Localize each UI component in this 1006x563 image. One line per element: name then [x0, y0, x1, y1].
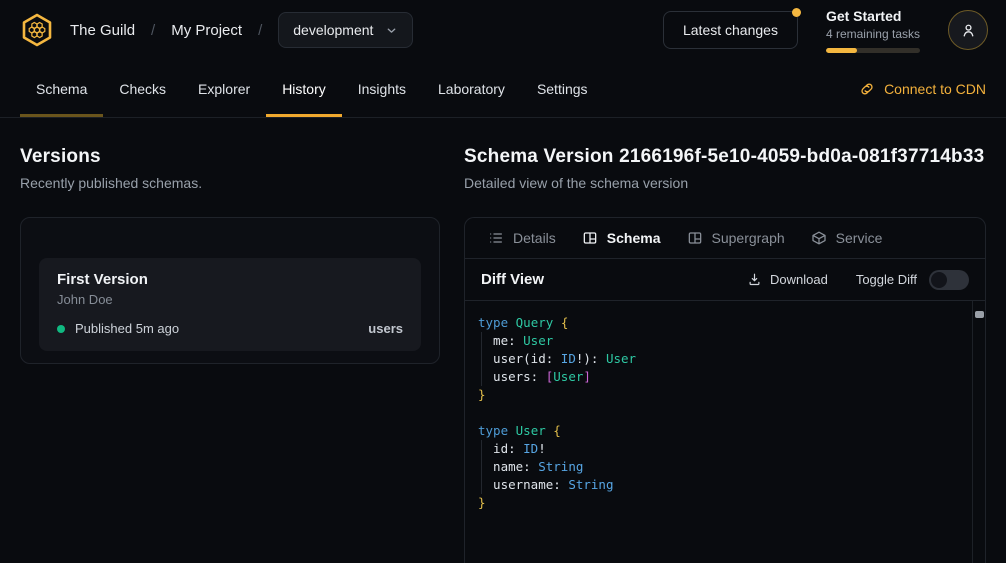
tab-explorer[interactable]: Explorer: [182, 60, 266, 117]
tab-details[interactable]: Details: [475, 218, 569, 258]
versions-panel: Versions Recently published schemas. Fir…: [20, 146, 440, 563]
tab-schema-view-label: Schema: [607, 230, 661, 246]
tab-history[interactable]: History: [266, 60, 342, 117]
version-list-item[interactable]: First Version John Doe Published 5m ago …: [39, 258, 421, 351]
latest-changes-button[interactable]: Latest changes: [663, 11, 798, 49]
versions-list: First Version John Doe Published 5m ago …: [20, 217, 440, 364]
get-started-widget[interactable]: Get Started 4 remaining tasks: [826, 8, 920, 53]
tab-service[interactable]: Service: [798, 218, 896, 258]
panels-icon: [582, 230, 598, 246]
tab-laboratory[interactable]: Laboratory: [422, 60, 521, 117]
panels-icon: [687, 230, 703, 246]
breadcrumb-separator: /: [151, 22, 155, 39]
detail-tabs: Details Schema: [465, 218, 985, 259]
toggle-knob: [931, 272, 947, 288]
user-icon: [960, 22, 977, 39]
code-block: type Query { me: User user(id: ID!): Use…: [478, 314, 959, 512]
get-started-title: Get Started: [826, 8, 920, 24]
download-button[interactable]: Download: [747, 272, 828, 287]
toggle-diff-control: Toggle Diff: [856, 270, 969, 290]
toggle-diff-switch[interactable]: [929, 270, 969, 290]
tab-service-label: Service: [836, 230, 883, 246]
cube-icon: [811, 230, 827, 246]
app-root: The Guild / My Project / development Lat…: [0, 0, 1006, 563]
tab-details-label: Details: [513, 230, 556, 246]
tab-schema[interactable]: Schema: [20, 60, 103, 117]
header: The Guild / My Project / development Lat…: [0, 0, 1006, 60]
version-name: First Version: [57, 271, 403, 288]
breadcrumb-separator: /: [258, 22, 262, 39]
schema-version-subtitle: Detailed view of the schema version: [464, 175, 986, 191]
schema-version-title: Schema Version 2166196f-5e10-4059-bd0a-0…: [464, 146, 986, 168]
diff-actions: Download Toggle Diff: [747, 270, 969, 290]
progress-fill: [826, 48, 857, 53]
tab-schema-view[interactable]: Schema: [569, 218, 674, 258]
diff-toolbar: Diff View Download T: [465, 259, 985, 301]
versions-title: Versions: [20, 146, 440, 168]
version-status: Published 5m ago: [75, 321, 179, 336]
breadcrumb-org-link[interactable]: The Guild: [70, 22, 135, 39]
hive-logo-icon[interactable]: [20, 13, 54, 47]
tab-settings[interactable]: Settings: [521, 60, 604, 117]
diff-view-title: Diff View: [481, 271, 544, 288]
versions-subtitle: Recently published schemas.: [20, 175, 440, 191]
connect-to-cdn-link[interactable]: Connect to CDN: [859, 60, 986, 117]
download-label: Download: [770, 272, 828, 287]
main-nav: Schema Checks Explorer History Insights …: [0, 60, 1006, 118]
latest-changes-label: Latest changes: [683, 22, 778, 38]
get-started-subtitle: 4 remaining tasks: [826, 27, 920, 41]
breadcrumb: The Guild / My Project / development: [70, 12, 413, 48]
schema-version-detail-card: Details Schema: [464, 217, 986, 563]
schema-code-viewer[interactable]: type Query { me: User user(id: ID!): Use…: [465, 301, 985, 563]
version-author: John Doe: [57, 292, 403, 307]
schema-version-panel: Schema Version 2166196f-5e10-4059-bd0a-0…: [464, 146, 986, 563]
avatar[interactable]: [948, 10, 988, 50]
target-selector-dropdown[interactable]: development: [278, 12, 413, 48]
scrollbar-track[interactable]: [972, 301, 985, 563]
published-dot-icon: [57, 325, 65, 333]
scrollbar-thumb[interactable]: [975, 311, 984, 318]
link-icon: [859, 81, 875, 97]
tab-insights[interactable]: Insights: [342, 60, 422, 117]
notification-dot: [792, 8, 801, 17]
connect-to-cdn-label: Connect to CDN: [884, 81, 986, 97]
version-status-row: Published 5m ago users: [57, 321, 403, 336]
chevron-down-icon: [385, 24, 398, 37]
list-icon: [488, 230, 504, 246]
tab-supergraph[interactable]: Supergraph: [674, 218, 798, 258]
breadcrumb-project-link[interactable]: My Project: [171, 22, 242, 39]
get-started-progressbar: [826, 48, 920, 53]
tab-supergraph-label: Supergraph: [712, 230, 785, 246]
version-service-badge: users: [368, 321, 403, 336]
download-icon: [747, 272, 762, 287]
header-right: Latest changes Get Started 4 remaining t…: [663, 8, 988, 53]
tab-checks[interactable]: Checks: [103, 60, 182, 117]
toggle-diff-label: Toggle Diff: [856, 272, 917, 287]
target-selector-value: development: [293, 22, 373, 38]
main-content: Versions Recently published schemas. Fir…: [0, 118, 1006, 563]
